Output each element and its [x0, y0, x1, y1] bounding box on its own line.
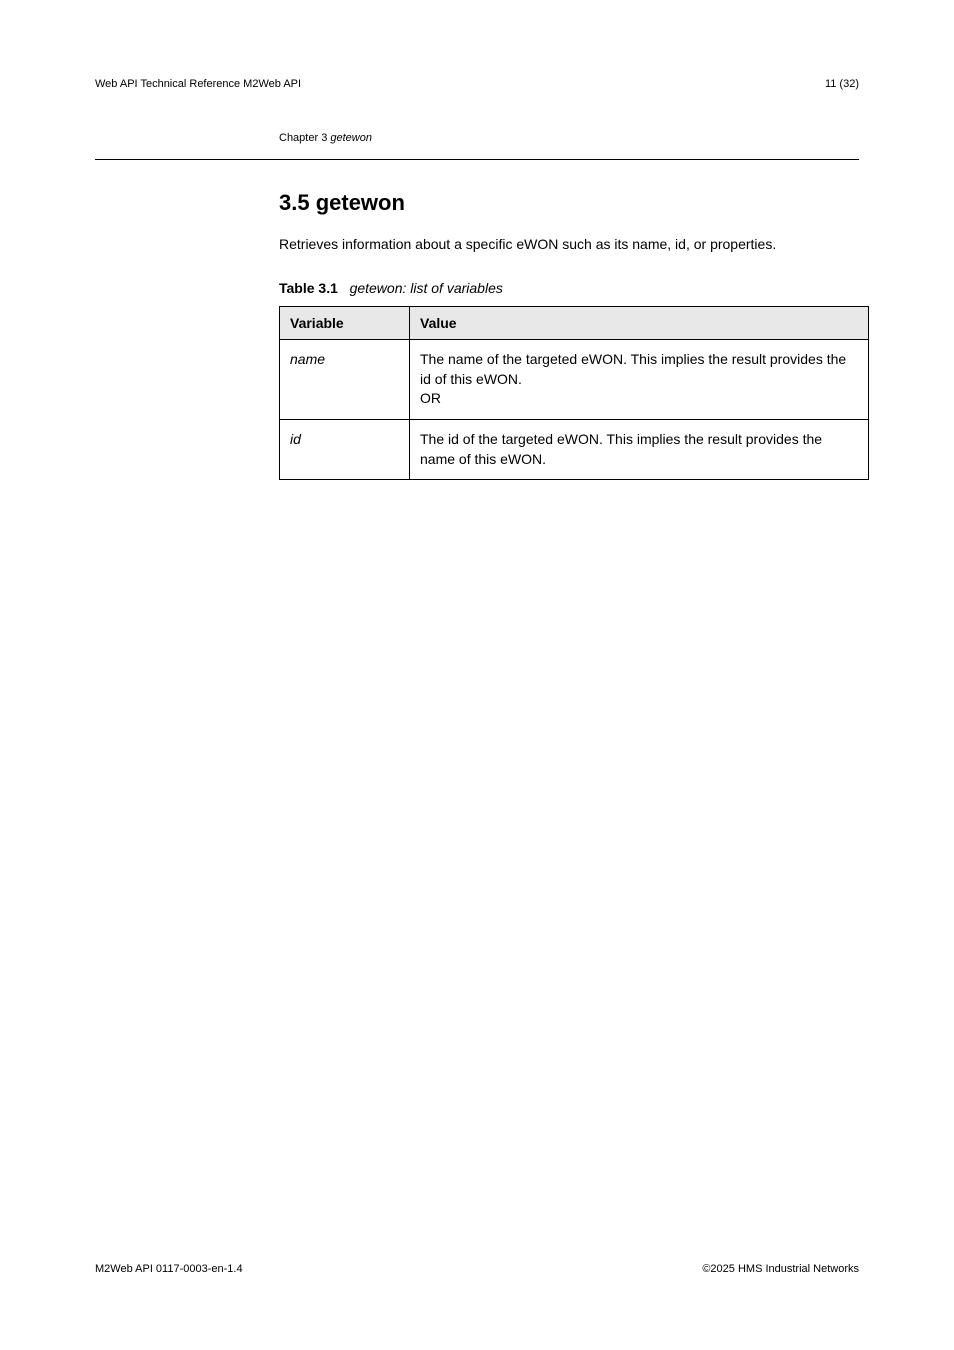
table-row: id The id of the targeted eWON. This imp… [280, 420, 869, 480]
param-desc: The id of the targeted eWON. This implie… [410, 420, 869, 480]
manual-name: Web API Technical Reference M2Web API [95, 78, 301, 90]
header-divider [95, 159, 859, 160]
table-header-row: Variable Value [280, 307, 869, 340]
variable-table: Variable Value name The name of the targ… [279, 306, 869, 480]
col-value: Value [410, 307, 869, 340]
table-row: name The name of the targeted eWON. This… [280, 340, 869, 420]
page-number-top: 11 (32) [825, 78, 859, 90]
col-variable: Variable [280, 307, 410, 340]
doc-ref: M2Web API 0117-0003-en-1.4 [95, 1263, 243, 1275]
param-name: name [280, 340, 410, 420]
copyright: ©2025 HMS Industrial Networks [702, 1263, 859, 1275]
page-subtitle: Chapter 3 getewon [95, 132, 859, 144]
section-heading: 3.5 getewon [279, 190, 859, 216]
param-id: id [280, 420, 410, 480]
intro-paragraph: Retrieves information about a specific e… [279, 234, 859, 254]
param-desc: The name of the targeted eWON. This impl… [410, 340, 869, 420]
table-caption: Table 3.1 getewon: list of variables [279, 280, 859, 296]
